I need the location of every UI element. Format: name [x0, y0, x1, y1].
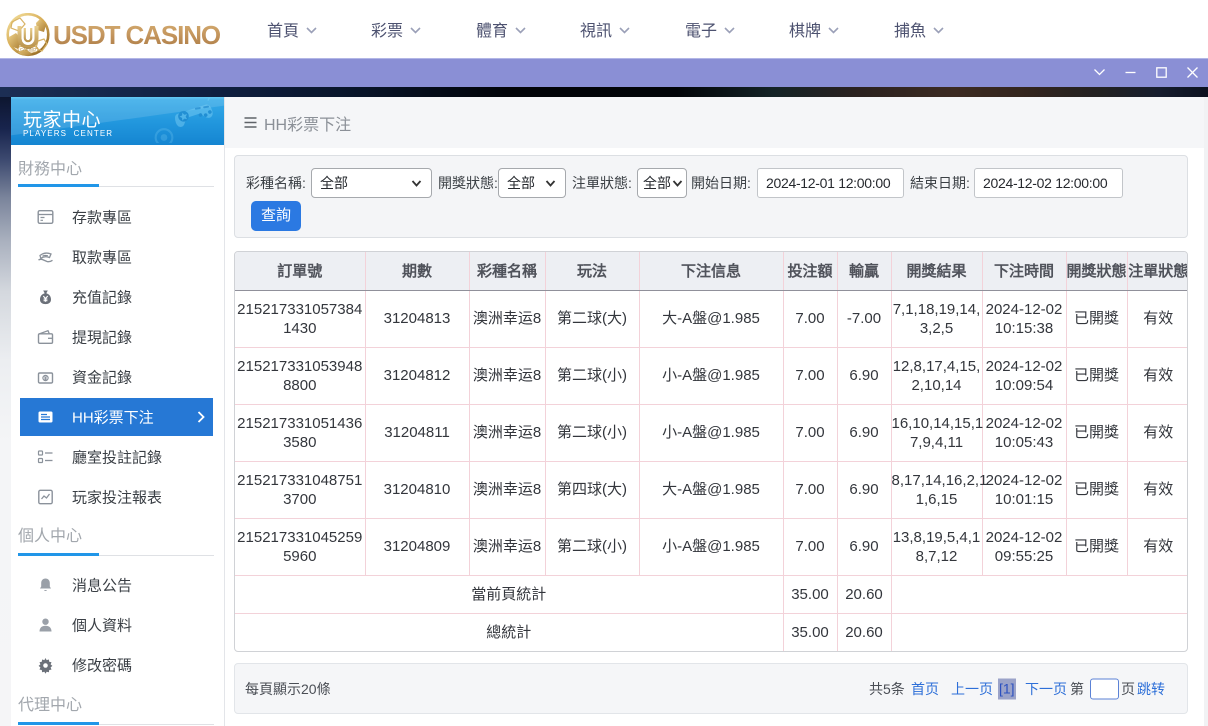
svg-text:CASINO: CASINO — [20, 47, 37, 52]
